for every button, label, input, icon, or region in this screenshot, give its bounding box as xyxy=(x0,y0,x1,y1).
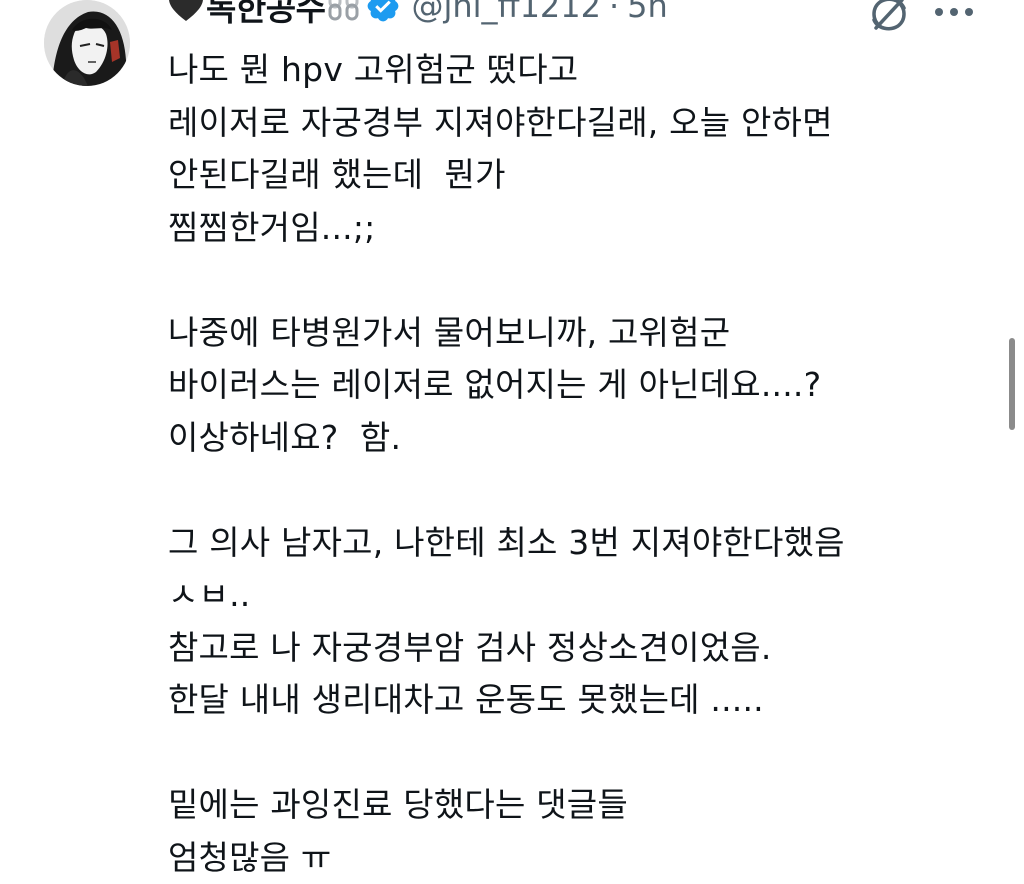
tweet-line: 한달 내내 생리대차고 운동도 못했는데 ..... xyxy=(168,674,988,727)
author-handle[interactable]: @jhi_ff1212 xyxy=(411,0,601,25)
chain-icon xyxy=(327,0,361,21)
tweet-line: 찜찜한거임...;; xyxy=(168,202,988,255)
tweet-line: 이상하네요? 함. xyxy=(168,412,988,465)
tweet-line: 나도 뭔 hpv 고위험군 떴다고 xyxy=(168,44,988,97)
tweet-line: 그 의사 남자고, 나한테 최소 3번 지져야한다했음 xyxy=(168,517,988,570)
more-options-icon[interactable] xyxy=(932,4,976,20)
tweet-line: 바이러스는 레이저로 없어지는 게 아닌데요....? xyxy=(168,359,988,412)
tweet-line: ㅅㅂ.. xyxy=(168,569,988,622)
grok-icon[interactable] xyxy=(868,0,910,32)
tweet-line: 안된다길래 했는데 뭔가 xyxy=(168,149,988,202)
verified-badge-icon[interactable] xyxy=(365,0,401,24)
post-time[interactable]: 5h xyxy=(627,0,668,25)
tweet-line: 밑에는 과잉진료 당했다는 댓글들 xyxy=(168,779,988,832)
scrollbar-thumb[interactable] xyxy=(1009,338,1015,430)
tweet-line: 엄청많음 ㅠ xyxy=(168,832,988,884)
avatar[interactable] xyxy=(44,0,130,86)
display-name[interactable]: 독한공수 xyxy=(206,0,325,30)
anime-portrait-avatar-icon xyxy=(44,0,130,86)
tweet-line: 레이저로 자궁경부 지져야한다길래, 오늘 안하면 xyxy=(168,97,988,150)
tweet-text: 나도 뭔 hpv 고위험군 떴다고 레이저로 자궁경부 지져야한다길래, 오늘 … xyxy=(168,44,988,884)
tweet-line-blank xyxy=(168,254,988,307)
tweet-line: 참고로 나 자궁경부암 검사 정상소견이었음. xyxy=(168,622,988,675)
tweet-line-blank xyxy=(168,464,988,517)
tweet-line-blank xyxy=(168,727,988,780)
tweet-line: 나중에 타병원가서 물어보니까, 고위험군 xyxy=(168,307,988,360)
tweet-header: 독한공수 @jhi_ff1212 · 5h xyxy=(168,0,668,26)
black-heart-icon xyxy=(168,0,204,22)
separator-dot: · xyxy=(609,0,619,25)
